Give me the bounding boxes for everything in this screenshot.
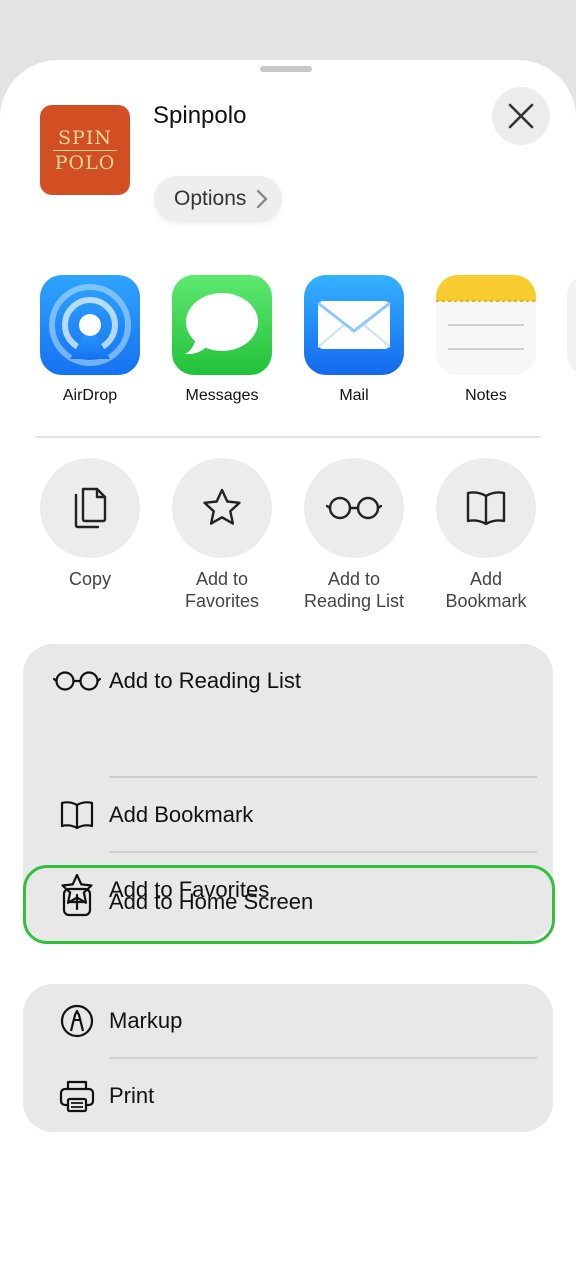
share-app-label: AirDrop <box>62 387 118 404</box>
list-item-add-to-home-screen[interactable]: Add to Home Screen <box>23 865 553 939</box>
share-app-messages[interactable]: Messages <box>172 275 272 405</box>
glasses-icon <box>53 671 101 691</box>
action-list-secondary: Markup Print <box>23 984 553 1132</box>
action-add-bookmark[interactable]: Add Bookmark <box>421 458 551 612</box>
app-icon: SPIN POLO <box>40 105 130 195</box>
close-button[interactable] <box>492 87 550 145</box>
sheet-grabber[interactable] <box>260 66 312 72</box>
plus-square-icon <box>62 887 92 917</box>
action-label: Add to Reading List <box>303 569 405 611</box>
list-item-print[interactable]: Print <box>23 1059 553 1133</box>
options-label: Options <box>174 187 247 210</box>
share-app-label: Notes <box>465 387 507 404</box>
share-app-next-peek[interactable] <box>567 275 576 375</box>
list-item-add-bookmark[interactable]: Add Bookmark <box>23 778 553 852</box>
divider <box>35 436 541 438</box>
star-icon <box>203 488 241 525</box>
share-app-mail[interactable]: Mail <box>304 275 404 405</box>
copy-icon <box>74 487 107 529</box>
list-item-label: Markup <box>109 1008 183 1033</box>
list-item-label: Add Bookmark <box>109 802 254 827</box>
list-item-add-to-reading-list[interactable]: Add to Reading List <box>23 644 553 718</box>
book-icon <box>60 801 94 830</box>
close-icon <box>508 103 534 129</box>
action-copy[interactable]: Copy <box>25 458 155 590</box>
list-item-label: Add to Home Screen <box>109 889 314 914</box>
messages-icon <box>172 275 272 375</box>
action-add-to-reading-list[interactable]: Add to Reading List <box>289 458 419 612</box>
share-app-label: Messages <box>185 387 259 404</box>
notes-icon <box>436 275 536 375</box>
sheet-title: Spinpolo <box>153 102 247 129</box>
airdrop-icon <box>40 275 140 375</box>
list-item-label: Add to Reading List <box>109 668 302 693</box>
action-label: Add Bookmark <box>445 569 527 611</box>
book-icon <box>466 491 506 526</box>
share-apps-row: AirDrop Messages Mail Notes <box>0 275 576 415</box>
markup-icon <box>60 1004 94 1038</box>
mail-icon <box>304 275 404 375</box>
list-item-label: Print <box>109 1083 155 1108</box>
glasses-icon <box>326 496 382 520</box>
action-add-to-favorites[interactable]: Add to Favorites <box>157 458 287 612</box>
action-label: Copy <box>68 569 112 589</box>
share-app-airdrop[interactable]: AirDrop <box>40 275 140 405</box>
list-item-markup[interactable]: Markup <box>23 984 553 1058</box>
share-sheet: SPIN POLO Spinpolo Options AirDrop Messa… <box>0 60 576 1280</box>
share-app-label: Mail <box>339 387 369 404</box>
share-app-notes[interactable]: Notes <box>436 275 536 405</box>
app-icon-text-top: SPIN <box>58 126 112 149</box>
share-actions-row: Copy Add to Favorites Add to Reading Lis… <box>0 458 576 618</box>
app-icon-text-bottom: POLO <box>54 151 116 174</box>
chevron-right-icon <box>257 189 268 209</box>
options-button[interactable]: Options <box>154 176 283 222</box>
action-label: Add to Favorites <box>184 569 260 611</box>
printer-icon <box>59 1080 95 1113</box>
